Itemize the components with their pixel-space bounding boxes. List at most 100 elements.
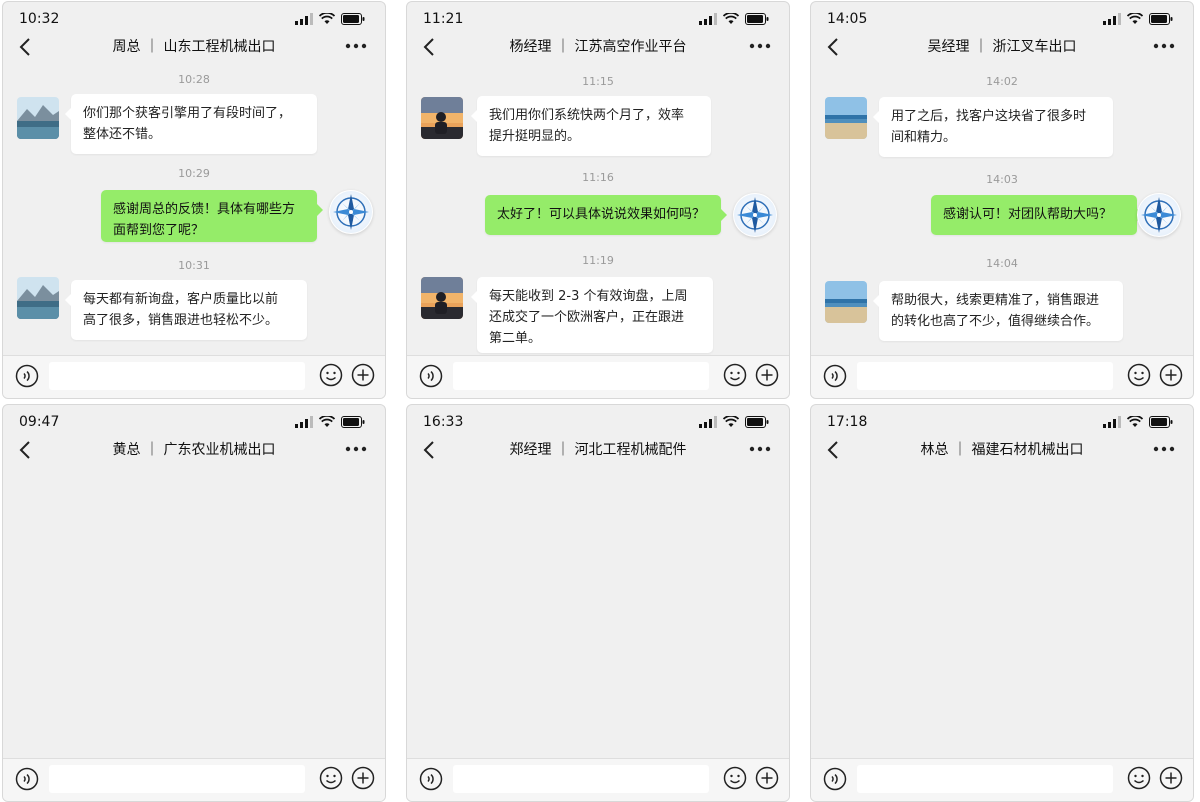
plus-icon <box>1159 363 1183 387</box>
chevron-left-icon <box>827 441 838 459</box>
battery-icon <box>1149 13 1173 25</box>
emoji-button[interactable] <box>723 363 747 387</box>
wifi-icon <box>319 416 335 427</box>
plus-icon <box>1159 766 1183 790</box>
more-button[interactable] <box>749 441 771 453</box>
voice-button[interactable] <box>823 364 847 388</box>
add-button[interactable] <box>351 766 375 790</box>
contact-avatar[interactable] <box>421 97 463 139</box>
voice-button[interactable] <box>419 364 443 388</box>
contact-avatar[interactable] <box>17 277 59 319</box>
chevron-left-icon <box>423 441 434 459</box>
status-bar: 17:18 <box>811 405 1193 439</box>
contact-avatar[interactable] <box>17 97 59 139</box>
message-input[interactable] <box>453 765 709 793</box>
compass-icon[interactable] <box>1137 193 1181 237</box>
add-button[interactable] <box>351 363 375 387</box>
back-button[interactable] <box>19 441 31 463</box>
message-input[interactable] <box>49 362 305 390</box>
nav-bar: 周总 ｜ 山东工程机械出口 <box>3 32 385 60</box>
plus-icon <box>351 766 375 790</box>
timestamp-1: 10:28 <box>178 73 210 86</box>
add-button[interactable] <box>755 363 779 387</box>
chat-title: 杨经理 ｜ 江苏高空作业平台 <box>509 39 687 55</box>
input-bar <box>811 355 1193 398</box>
chevron-left-icon <box>827 38 838 56</box>
more-button[interactable] <box>345 441 367 453</box>
add-button[interactable] <box>1159 766 1183 790</box>
plus-icon <box>351 363 375 387</box>
emoji-button[interactable] <box>319 363 343 387</box>
voice-icon <box>823 364 847 388</box>
add-button[interactable] <box>755 766 779 790</box>
emoji-icon <box>319 766 343 790</box>
compass-icon[interactable] <box>329 190 373 234</box>
signal-icon <box>295 13 313 25</box>
signal-icon <box>1103 13 1121 25</box>
emoji-button[interactable] <box>1127 766 1151 790</box>
message-input[interactable] <box>857 362 1113 390</box>
message-text: 太好了！可以具体说说效果如何吗？ <box>497 207 706 222</box>
status-time: 16:33 <box>423 414 464 430</box>
contact-avatar[interactable] <box>825 97 867 139</box>
chat-panel-3: 14:05 吴经理 ｜ 浙江叉车出口 14:02 用了之后，找客户这块省了很多时… <box>810 1 1194 399</box>
chevron-left-icon <box>423 38 434 56</box>
voice-button[interactable] <box>823 767 847 791</box>
chat-title: 黄总 ｜ 广东农业机械出口 <box>112 442 276 458</box>
more-dots-icon <box>1153 446 1175 452</box>
message-input[interactable] <box>453 362 709 390</box>
back-button[interactable] <box>827 38 839 60</box>
input-bar <box>407 758 789 801</box>
more-dots-icon <box>749 446 771 452</box>
message-input[interactable] <box>49 765 305 793</box>
more-button[interactable] <box>1153 38 1175 50</box>
emoji-icon <box>1127 766 1151 790</box>
compass-icon[interactable] <box>733 193 777 237</box>
emoji-button[interactable] <box>319 766 343 790</box>
message-received-2: 帮助很大，线索更精准了，销售跟进 的转化也高了不少，值得继续合作。 <box>873 281 1123 341</box>
voice-button[interactable] <box>15 364 39 388</box>
back-button[interactable] <box>423 441 435 463</box>
chat-panel-5: 16:33 郑经理 ｜ 河北工程机械配件 16:27 之前开发新客户比较被动，现… <box>406 404 790 802</box>
status-time: 09:47 <box>19 414 60 430</box>
voice-icon <box>15 364 39 388</box>
status-bar: 09:47 <box>3 405 385 439</box>
message-text: 感谢认可！对团队帮助大吗？ <box>943 207 1113 222</box>
voice-button[interactable] <box>419 767 443 791</box>
more-button[interactable] <box>1153 441 1175 453</box>
voice-button[interactable] <box>15 767 39 791</box>
more-button[interactable] <box>749 38 771 50</box>
battery-icon <box>745 416 769 428</box>
voice-icon <box>15 767 39 791</box>
back-button[interactable] <box>827 441 839 463</box>
more-button[interactable] <box>345 38 367 50</box>
emoji-button[interactable] <box>723 766 747 790</box>
status-time: 17:18 <box>827 414 868 430</box>
input-bar <box>407 355 789 398</box>
timestamp-1: 11:15 <box>582 75 614 88</box>
message-sent: 感谢认可！对团队帮助大吗？ <box>931 195 1143 235</box>
voice-icon <box>419 767 443 791</box>
back-button[interactable] <box>19 38 31 60</box>
message-input[interactable] <box>857 765 1113 793</box>
contact-avatar[interactable] <box>825 281 867 323</box>
plus-icon <box>755 766 779 790</box>
chevron-left-icon <box>19 441 30 459</box>
message-received-1: 你们那个获客引擎用了有段时间了， 整体还不错。 <box>65 94 317 154</box>
wifi-icon <box>723 13 739 24</box>
add-button[interactable] <box>1159 363 1183 387</box>
wifi-icon <box>319 13 335 24</box>
message-received-1: 用了之后，找客户这块省了很多时 间和精力。 <box>873 97 1113 157</box>
signal-icon <box>295 416 313 428</box>
chat-panel-6: 17:18 林总 ｜ 福建石材机械出口 17:12 用了 3 个多月，整体感觉比… <box>810 404 1194 802</box>
status-time: 14:05 <box>827 11 868 27</box>
emoji-button[interactable] <box>1127 363 1151 387</box>
back-button[interactable] <box>423 38 435 60</box>
chat-panel-4: 09:47 黄总 ｜ 广东农业机械出口 09:41 你们的系统确实帮我们解决了获… <box>2 404 386 802</box>
nav-bar: 杨经理 ｜ 江苏高空作业平台 <box>407 32 789 60</box>
message-received-2: 每天都有新询盘，客户质量比以前 高了很多，销售跟进也轻松不少。 <box>65 280 307 340</box>
message-received-2: 每天能收到 2-3 个有效询盘，上周 还成交了一个欧洲客户，正在跟进 第二单。 <box>471 277 713 353</box>
contact-avatar[interactable] <box>421 277 463 319</box>
message-received-1: 我们用你们系统快两个月了，效率 提升挺明显的。 <box>471 96 711 156</box>
status-icons <box>699 13 769 25</box>
